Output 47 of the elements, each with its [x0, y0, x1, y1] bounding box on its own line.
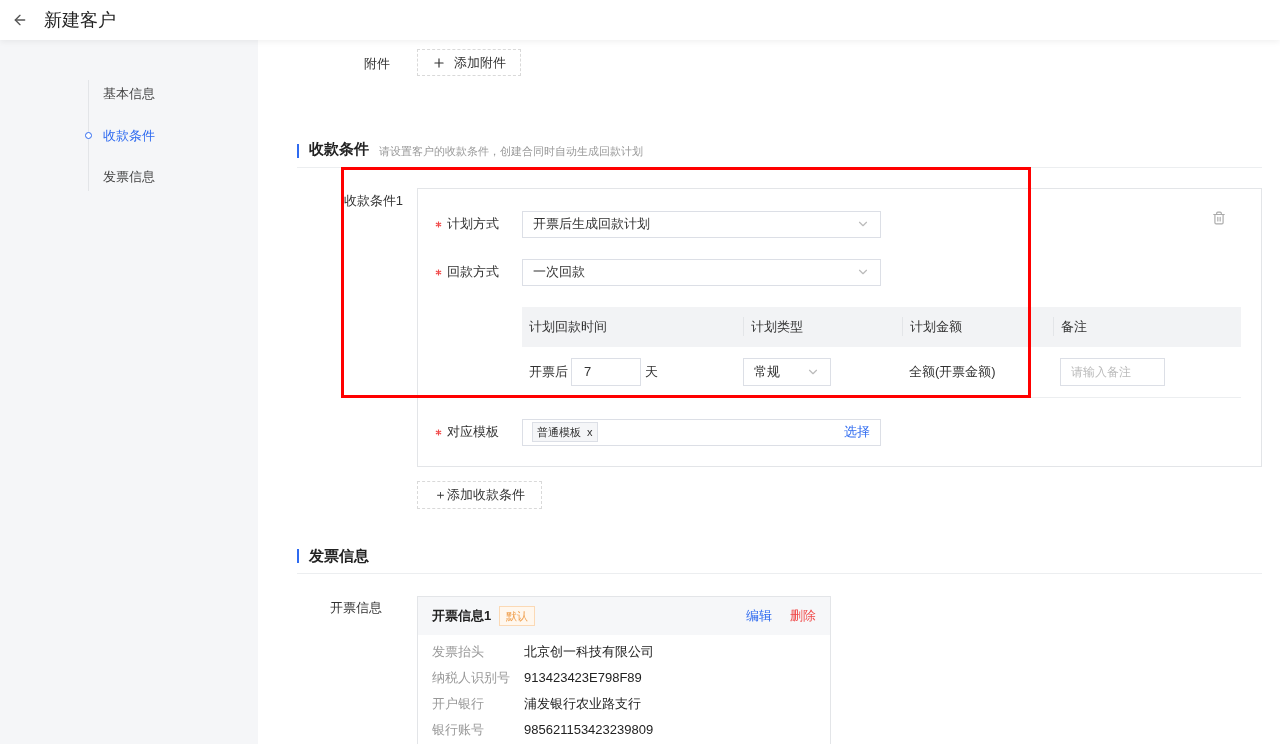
- table-cell-text: 开票后: [529, 362, 568, 381]
- default-badge: 默认: [499, 606, 536, 626]
- tag-remove[interactable]: x: [587, 423, 593, 441]
- info-label: 纳税人识别号: [432, 669, 511, 688]
- tag-label: 普通模板: [537, 424, 581, 440]
- info-label: 发票抬头: [432, 643, 485, 662]
- select-link[interactable]: 选择: [844, 422, 870, 442]
- info-value: 913423423E798F89: [524, 669, 642, 688]
- back-icon[interactable]: [12, 12, 28, 28]
- days-input[interactable]: 7: [571, 357, 641, 386]
- table-cell-text: 全额(开票金额): [908, 362, 997, 381]
- field-label: 开票信息: [330, 599, 382, 617]
- section-hint: 请设置客户的收款条件，创建合同时自动生成回款计划: [379, 144, 643, 159]
- info-label: 开户银行: [432, 695, 485, 714]
- column-header: 备注: [1053, 316, 1241, 337]
- select-field[interactable]: 开票后生成回款计划: [522, 210, 881, 238]
- info-label: 银行账号: [432, 721, 485, 740]
- card-action-link[interactable]: 删除: [790, 606, 816, 626]
- column-header: 计划类型: [743, 316, 902, 337]
- condition-label: 收款条件1: [343, 191, 403, 210]
- add-attachment-button[interactable]: 添加附件: [417, 49, 521, 76]
- section-marker: [297, 143, 299, 158]
- field-label: 回款方式: [447, 263, 499, 282]
- column-header: 计划回款时间: [528, 317, 608, 336]
- card-title: 开票信息1: [432, 607, 492, 626]
- remark-input[interactable]: 请输入备注: [1060, 357, 1165, 386]
- table-cell-text: 天: [645, 362, 658, 381]
- template-field[interactable]: 普通模板 x 选择: [522, 418, 881, 446]
- info-value: 985621153423239809: [524, 721, 654, 740]
- nav-item[interactable]: 发票信息: [103, 167, 155, 187]
- select-field[interactable]: 一次回款: [522, 258, 881, 286]
- info-value: 北京创一科技有限公司: [524, 643, 654, 662]
- section-title: 发票信息: [309, 545, 369, 566]
- info-value: 浦发银行农业路支行: [524, 695, 641, 714]
- nav-item[interactable]: 基本信息: [103, 84, 155, 104]
- nav-item[interactable]: 收款条件: [103, 125, 155, 145]
- column-header: 计划金额: [902, 316, 1053, 337]
- card-action-link[interactable]: 编辑: [746, 606, 772, 626]
- plus-icon: [432, 55, 446, 70]
- field-label: 附件: [364, 55, 390, 73]
- section-marker: [297, 548, 299, 563]
- page-title: 新建客户: [44, 8, 116, 32]
- field-label: 计划方式: [447, 215, 499, 234]
- section-title: 收款条件: [309, 139, 369, 159]
- type-select[interactable]: 常规: [743, 357, 831, 386]
- add-condition-button[interactable]: ＋添加收款条件: [417, 480, 542, 509]
- field-label: 对应模板: [447, 423, 499, 442]
